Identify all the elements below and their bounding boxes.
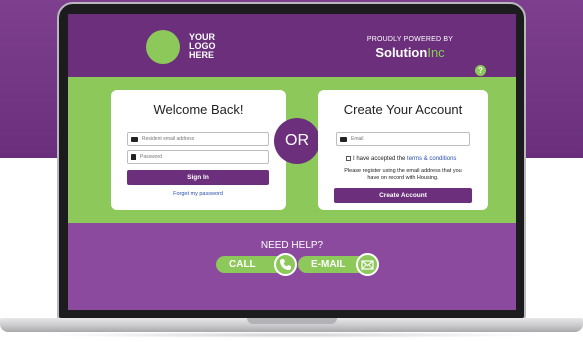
marketing-banner: YOUR LOGO HERE PROUDLY POWERED BY Soluti… [0, 0, 583, 342]
terms-row: I have accepted the terms & conditions [346, 156, 456, 162]
signup-email-field[interactable]: Email [336, 132, 470, 146]
brand-name: SolutionInc [350, 45, 470, 60]
envelope-icon [340, 136, 347, 142]
login-password-field[interactable]: Password [127, 150, 269, 164]
or-divider: OR [274, 118, 320, 164]
powered-by-label: PROUDLY POWERED BY [366, 36, 454, 43]
login-email-field[interactable]: Resident email address [127, 132, 269, 146]
envelope-icon [356, 253, 379, 276]
terms-link[interactable]: terms & conditions [407, 156, 456, 162]
logo-line: HERE [189, 50, 215, 60]
header-bar: YOUR LOGO HERE PROUDLY POWERED BY Soluti… [68, 14, 516, 77]
forgot-password-link[interactable]: Forget my password [127, 191, 269, 197]
help-icon[interactable]: ? [475, 65, 486, 76]
brand-bold: Solution [375, 45, 428, 60]
need-help-title: NEED HELP? [260, 240, 324, 251]
email-button[interactable]: E-MAIL [298, 253, 379, 276]
signup-card: Create Your Account Email I have accepte… [318, 90, 488, 210]
create-account-button[interactable]: Create Account [334, 188, 472, 203]
register-note: Please register using the email address … [344, 168, 462, 181]
terms-prefix: I have accepted the [353, 156, 408, 162]
laptop-shadow [40, 332, 543, 338]
login-card: Welcome Back! Resident email address Pas… [111, 90, 286, 210]
call-label: CALL [229, 259, 256, 270]
logo-circle-icon [146, 30, 180, 64]
lock-icon [131, 154, 136, 160]
terms-checkbox[interactable] [346, 156, 351, 161]
logo-text: YOUR LOGO HERE [189, 33, 229, 60]
email-label: E-MAIL [311, 259, 346, 270]
call-button[interactable]: CALL [216, 253, 297, 276]
laptop-notch [247, 318, 337, 324]
brand-light: Inc [427, 45, 445, 60]
signup-title: Create Your Account [343, 102, 463, 117]
login-password-placeholder: Password [140, 154, 162, 160]
phone-icon [274, 253, 297, 276]
laptop-screen: YOUR LOGO HERE PROUDLY POWERED BY Soluti… [68, 14, 516, 310]
login-title: Welcome Back! [153, 102, 244, 117]
envelope-icon [131, 136, 138, 142]
sign-in-button[interactable]: Sign In [127, 170, 269, 185]
signup-email-placeholder: Email [351, 136, 364, 142]
login-email-placeholder: Resident email address [142, 136, 195, 142]
